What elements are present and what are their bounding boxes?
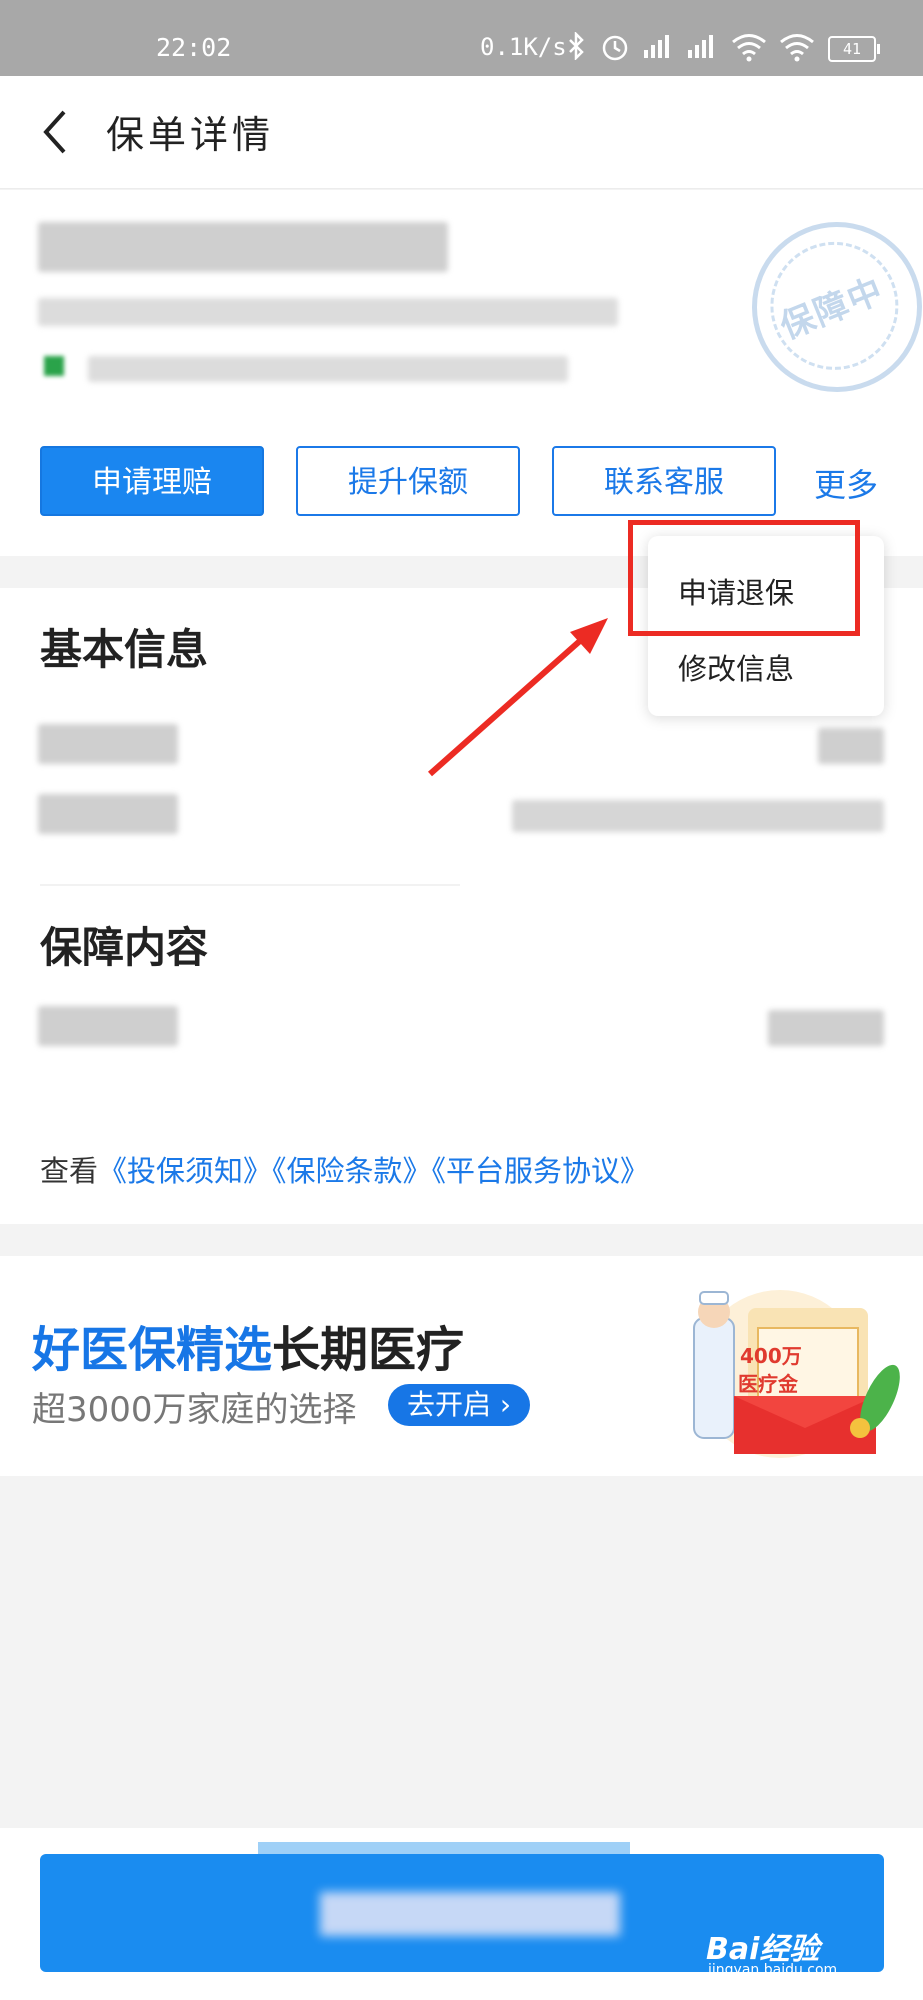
policy-number-redacted xyxy=(38,298,618,326)
link-terms[interactable]: 《保险条款》 xyxy=(272,1154,432,1188)
insurer-logo xyxy=(44,356,64,376)
promo-open-button[interactable]: 去开启 › xyxy=(388,1384,530,1426)
link-notice[interactable]: 《投保须知》 xyxy=(98,1154,272,1188)
info-label-redacted xyxy=(38,724,178,764)
network-speed: 0.1K/s xyxy=(480,33,567,61)
section-divider xyxy=(40,884,460,886)
alarm-icon xyxy=(602,35,628,61)
apply-claim-button[interactable]: 申请理赔 xyxy=(40,446,264,516)
status-time: 22:02 xyxy=(156,33,232,62)
sheet-handle xyxy=(258,1842,630,1854)
coverage-value-redacted xyxy=(768,1010,884,1046)
battery-icon: 41 xyxy=(828,36,880,62)
promo-subtitle: 超3000万家庭的选择 xyxy=(32,1390,357,1430)
signal-icon xyxy=(644,35,669,58)
policy-name-redacted xyxy=(38,222,448,272)
status-bar: 22:02 0.1K/s 41 xyxy=(0,0,923,76)
increase-coverage-button[interactable]: 提升保额 xyxy=(296,446,520,516)
wifi-icon xyxy=(732,34,766,62)
info-label-redacted xyxy=(38,794,178,834)
highlight-box xyxy=(628,520,860,636)
insurer-name-redacted xyxy=(88,356,568,382)
coverage-label-redacted xyxy=(38,1006,178,1046)
link-agreement[interactable]: 《平台服务协议》 xyxy=(432,1154,650,1188)
arrow-annotation-icon xyxy=(428,618,608,777)
documents-prefix: 查看 xyxy=(40,1154,99,1188)
bluetooth-icon xyxy=(569,32,584,60)
info-value-redacted xyxy=(512,800,884,832)
envelope-label: 医疗金 xyxy=(738,1372,798,1396)
app-header: 保单详情 xyxy=(0,76,923,189)
coverage-title: 保障内容 xyxy=(40,923,209,972)
basic-info-title: 基本信息 xyxy=(40,625,209,674)
envelope-amount: 400万 xyxy=(740,1344,802,1368)
documents-links: 查看《投保须知》《保险条款》《平台服务协议》 xyxy=(40,1148,649,1190)
signal-icon-2 xyxy=(688,35,713,58)
info-value-redacted xyxy=(818,728,884,764)
wifi-icon-2 xyxy=(780,34,814,62)
more-button[interactable]: 更多 xyxy=(814,460,878,506)
chevron-left-icon[interactable] xyxy=(36,108,76,156)
promo-title: 好医保精选长期医疗 xyxy=(32,1322,465,1378)
menu-item-modify[interactable]: 修改信息 xyxy=(678,646,794,688)
contact-service-button[interactable]: 联系客服 xyxy=(552,446,776,516)
page-title: 保单详情 xyxy=(106,113,275,157)
watermark-url: jingyan.baidu.com xyxy=(708,1962,838,1978)
